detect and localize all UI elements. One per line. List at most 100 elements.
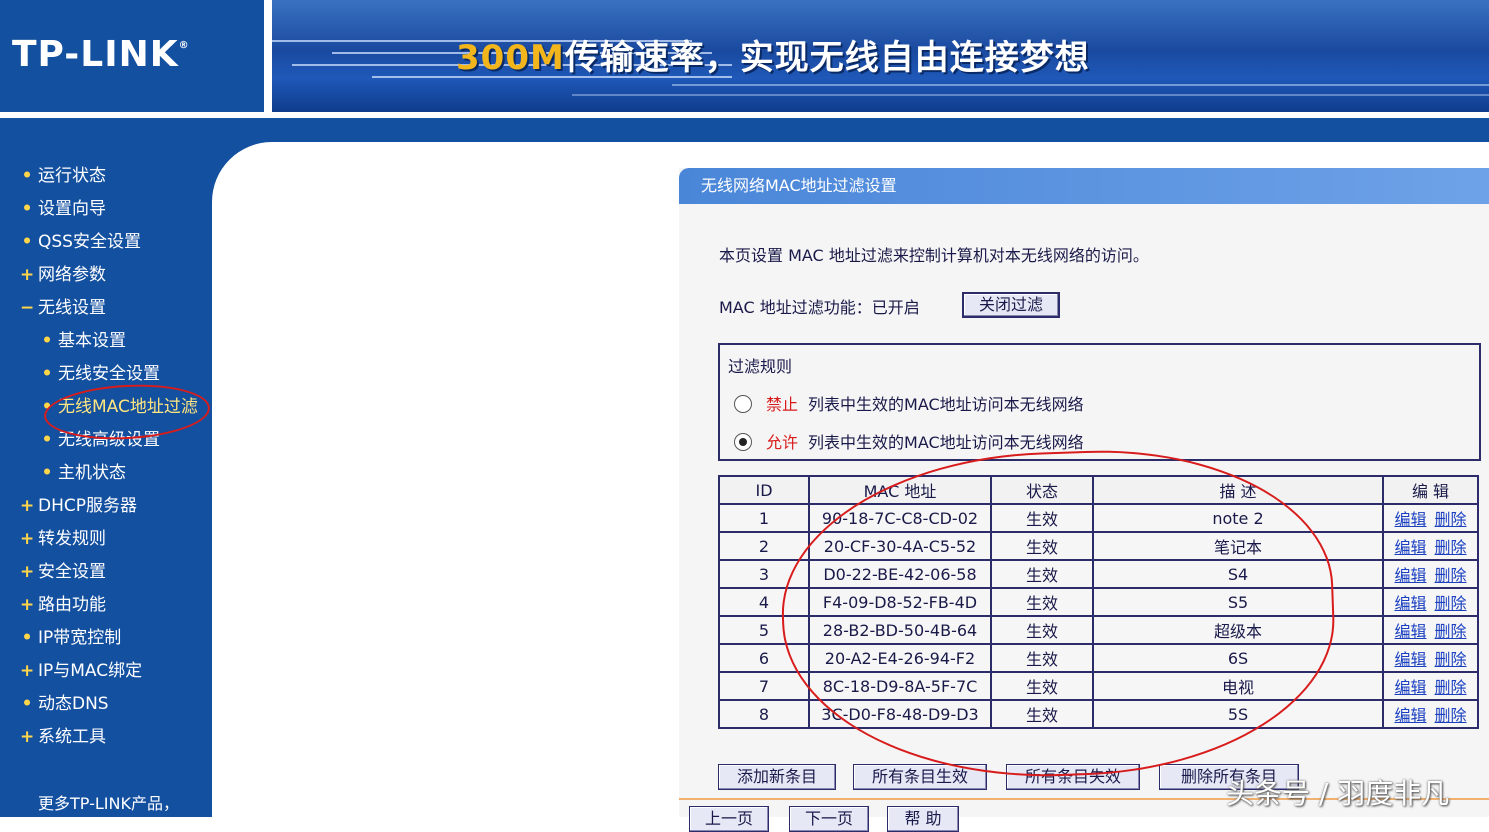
filter-status-text: MAC 地址过滤功能：已开启 (719, 298, 920, 317)
sidebar-item-label: 主机状态 (58, 463, 126, 483)
header-edit: 编 辑 (1384, 477, 1477, 503)
deny-keyword: 禁止 (766, 395, 799, 414)
delete-link[interactable]: 删除 (1435, 678, 1467, 697)
page-description: 本页设置 MAC 地址过滤来控制计算机对本无线网络的访问。 (719, 246, 1149, 265)
cell-id: 7 (720, 673, 808, 699)
sidebar-item-dhcp[interactable]: + DHCP服务器 (0, 492, 137, 520)
edit-link[interactable]: 编辑 (1394, 706, 1426, 725)
expand-plus-icon: + (20, 595, 35, 615)
sidebar-item-label: IP与MAC绑定 (38, 661, 143, 681)
cell-edit: 编辑 删除 (1384, 505, 1477, 531)
logo-registered-mark: ® (178, 40, 190, 51)
edit-link[interactable]: 编辑 (1394, 678, 1426, 697)
sidebar-item-label: 基本设置 (58, 331, 126, 351)
tp-link-logo: TP-LINK® (12, 34, 190, 75)
delete-link[interactable]: 删除 (1435, 650, 1467, 669)
cell-edit: 编辑 删除 (1384, 673, 1477, 699)
collapse-minus-icon: − (20, 298, 35, 318)
delete-link[interactable]: 删除 (1435, 566, 1467, 585)
banner-text: 传输速率，实现无线自由连接梦想 (564, 38, 1090, 78)
sidebar-item-label: 动态DNS (38, 694, 109, 714)
sidebar-item-label: QSS安全设置 (38, 232, 141, 252)
expand-plus-icon: + (20, 529, 35, 549)
sidebar-item-setup-wizard[interactable]: • 设置向导 (0, 195, 106, 223)
bullet-icon: • (41, 364, 53, 384)
help-button[interactable]: 帮 助 (887, 806, 959, 832)
add-entry-button[interactable]: 添加新条目 (718, 764, 836, 790)
cell-edit: 编辑 删除 (1384, 617, 1477, 643)
banner-highlight: 300M (456, 38, 565, 78)
next-page-button[interactable]: 下一页 (789, 806, 869, 832)
sidebar-corner (212, 142, 272, 202)
sidebar-item-host-status[interactable]: • 主机状态 (0, 459, 126, 487)
bullet-icon: • (21, 628, 33, 648)
bullet-icon: • (21, 199, 33, 219)
header-id: ID (720, 477, 808, 503)
sidebar-item-label: 安全设置 (38, 562, 106, 582)
bullet-icon: • (21, 694, 33, 714)
expand-plus-icon: + (20, 727, 35, 747)
allow-keyword: 允许 (766, 433, 799, 452)
edit-link[interactable]: 编辑 (1394, 650, 1426, 669)
expand-plus-icon: + (20, 661, 35, 681)
watermark: 头条号 / 羽度非凡 (1226, 777, 1450, 810)
edit-link[interactable]: 编辑 (1394, 510, 1426, 529)
bullet-icon: • (21, 232, 33, 252)
expand-plus-icon: + (20, 496, 35, 516)
bullet-icon: • (41, 331, 53, 351)
cell-id: 1 (720, 505, 808, 531)
sidebar-item-label: 无线安全设置 (58, 364, 160, 384)
sidebar-item-routing[interactable]: + 路由功能 (0, 591, 106, 619)
sidebar-item-label: 运行状态 (38, 166, 106, 186)
allow-text: 列表中生效的MAC地址访问本无线网络 (808, 433, 1084, 452)
sidebar-item-wireless-basic[interactable]: • 基本设置 (0, 327, 126, 355)
bullet-icon: • (21, 166, 33, 186)
sidebar-item-label: IP带宽控制 (38, 628, 122, 648)
sidebar-item-ip-mac-binding[interactable]: + IP与MAC绑定 (0, 657, 142, 685)
bullet-icon: • (41, 430, 53, 450)
allow-radio[interactable] (734, 432, 752, 451)
edit-link[interactable]: 编辑 (1394, 622, 1426, 641)
sidebar-item-run-status[interactable]: • 运行状态 (0, 162, 106, 190)
sidebar-item-network[interactable]: + 网络参数 (0, 261, 106, 289)
delete-link[interactable]: 删除 (1435, 538, 1467, 557)
sidebar-item-label: 转发规则 (38, 529, 106, 549)
sidebar-item-security[interactable]: + 安全设置 (0, 558, 106, 586)
deny-rule-option[interactable]: 禁止 列表中生效的MAC地址访问本无线网络 (734, 391, 1084, 415)
sidebar-item-wireless[interactable]: − 无线设置 (0, 294, 106, 322)
delete-link[interactable]: 删除 (1435, 706, 1467, 725)
sidebar-item-forwarding[interactable]: + 转发规则 (0, 525, 106, 553)
sidebar-item-system-tools[interactable]: + 系统工具 (0, 723, 106, 751)
prev-page-button[interactable]: 上一页 (689, 806, 769, 832)
logo-area: TP-LINK® (0, 0, 264, 112)
allow-rule-option[interactable]: 允许 列表中生效的MAC地址访问本无线网络 (734, 429, 1084, 453)
deny-radio[interactable] (734, 394, 752, 413)
cell-edit: 编辑 删除 (1384, 645, 1477, 671)
sidebar-item-ddns[interactable]: • 动态DNS (0, 690, 109, 718)
bullet-icon: • (41, 463, 53, 483)
panel-title: 无线网络MAC地址过滤设置 (679, 168, 1489, 204)
sidebar-item-bandwidth[interactable]: • IP带宽控制 (0, 624, 122, 652)
filter-rules-box: 过滤规则 禁止 列表中生效的MAC地址访问本无线网络 允许 列表中生效的MAC地址访… (718, 343, 1481, 461)
more-products-link[interactable]: 更多TP-LINK产品， (38, 790, 179, 814)
cell-edit: 编辑 删除 (1384, 589, 1477, 615)
banner-slogan: 300M传输速率，实现无线自由连接梦想 (456, 30, 1090, 79)
cell-edit: 编辑 删除 (1384, 561, 1477, 587)
delete-link[interactable]: 删除 (1435, 594, 1467, 613)
sidebar-item-label: 设置向导 (38, 199, 106, 219)
delete-link[interactable]: 删除 (1435, 622, 1467, 641)
close-filter-button[interactable]: 关闭过滤 (962, 292, 1060, 318)
edit-link[interactable]: 编辑 (1394, 594, 1426, 613)
expand-plus-icon: + (20, 265, 35, 285)
deny-text: 列表中生效的MAC地址访问本无线网络 (808, 395, 1084, 414)
cell-edit: 编辑 删除 (1384, 533, 1477, 559)
delete-link[interactable]: 删除 (1435, 510, 1467, 529)
sidebar-item-qss[interactable]: • QSS安全设置 (0, 228, 141, 256)
edit-link[interactable]: 编辑 (1394, 566, 1426, 585)
cell-id: 2 (720, 533, 808, 559)
sidebar-item-label: 系统工具 (38, 727, 106, 747)
sidebar-item-label: DHCP服务器 (38, 496, 137, 516)
cell-edit: 编辑 删除 (1384, 701, 1477, 727)
expand-plus-icon: + (20, 562, 35, 582)
edit-link[interactable]: 编辑 (1394, 538, 1426, 557)
